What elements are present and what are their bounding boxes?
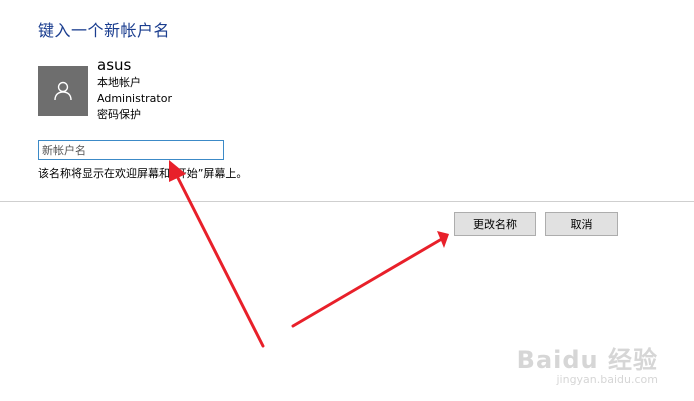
account-protection: 密码保护 <box>97 108 141 121</box>
account-info: asus 本地帐户 Administrator 密码保护 <box>97 56 172 123</box>
account-name: asus <box>97 56 132 74</box>
divider <box>0 201 694 202</box>
arrow-to-rename-button <box>291 231 449 328</box>
rename-button[interactable]: 更改名称 <box>454 212 536 236</box>
watermark-url: jingyan.baidu.com <box>556 373 658 386</box>
watermark: Baidu 经验 jingyan.baidu.com <box>517 347 658 387</box>
cancel-button[interactable]: 取消 <box>545 212 618 236</box>
account-role: Administrator <box>97 92 172 105</box>
arrow-to-input <box>169 160 265 348</box>
avatar <box>38 66 88 116</box>
user-icon <box>54 81 72 101</box>
hint-text: 该名称将显示在欢迎屏幕和“开始”屏幕上。 <box>38 167 248 180</box>
account-type: 本地帐户 <box>97 76 141 89</box>
watermark-logo: Baidu 经验 <box>516 346 658 374</box>
rename-account-dialog: 键入一个新帐户名 asus 本地帐户 Administrator 密码保护 该名… <box>0 0 694 401</box>
page-title: 键入一个新帐户名 <box>38 21 171 40</box>
new-account-name-input[interactable] <box>38 140 224 160</box>
